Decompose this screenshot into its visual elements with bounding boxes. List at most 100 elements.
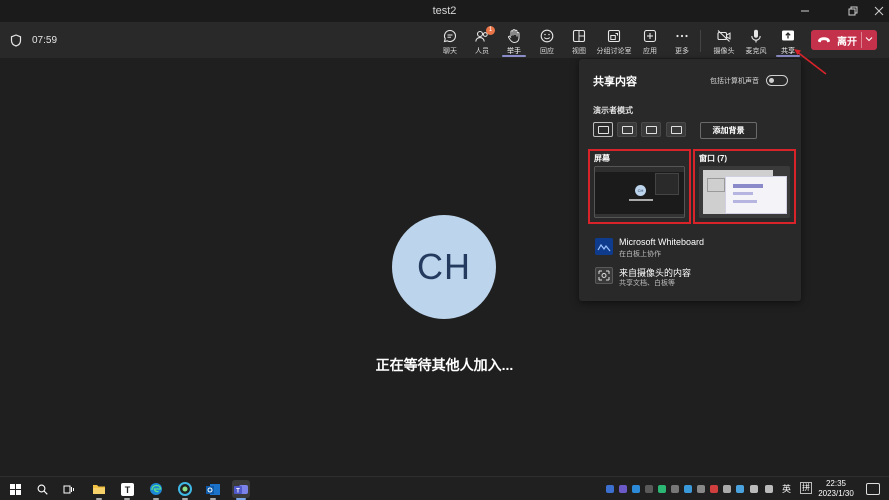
- presenter-mode-side-by-side[interactable]: [641, 122, 661, 137]
- ime-language-indicator[interactable]: 英: [782, 482, 791, 495]
- volume-icon[interactable]: [765, 485, 773, 493]
- teams-icon[interactable]: T: [232, 480, 250, 500]
- outlook-icon[interactable]: [204, 480, 222, 500]
- leave-button[interactable]: 离开: [811, 30, 877, 50]
- raise-hand-label: 举手: [507, 48, 521, 55]
- presenter-mode-reporter[interactable]: [666, 122, 686, 137]
- tray-wechat-icon[interactable]: [658, 485, 666, 493]
- chat-label: 聊天: [443, 48, 457, 55]
- whiteboard-subtitle: 在白板上协作: [619, 251, 661, 258]
- tray-app-icon[interactable]: [671, 485, 679, 493]
- view-icon: [572, 29, 586, 43]
- tray-app-icon[interactable]: [723, 485, 731, 493]
- file-explorer-icon[interactable]: [90, 480, 108, 500]
- ime-mode-indicator[interactable]: 拼: [800, 482, 812, 494]
- tray-app-icon[interactable]: [697, 485, 705, 493]
- share-screen-option[interactable]: 屏幕 CH: [588, 149, 691, 224]
- wifi-icon[interactable]: [750, 485, 758, 493]
- task-view-icon[interactable]: [60, 480, 78, 498]
- tray-app-icon[interactable]: [606, 485, 614, 493]
- apps-icon: [643, 29, 657, 43]
- reactions-label: 回应: [540, 48, 554, 55]
- tray-onedrive-icon[interactable]: [632, 485, 640, 493]
- chevron-down-icon[interactable]: [865, 34, 873, 44]
- more-icon: [676, 34, 688, 38]
- presenter-mode-standout[interactable]: [617, 122, 637, 137]
- more-label: 更多: [675, 48, 689, 55]
- thumb-line: [733, 184, 763, 188]
- search-icon[interactable]: [33, 480, 51, 498]
- camera-off-icon: [717, 30, 731, 42]
- chat-icon: [443, 29, 457, 43]
- include-audio-toggle[interactable]: [766, 75, 788, 86]
- share-label: 共享: [781, 48, 795, 55]
- thumb-avatar: CH: [635, 185, 646, 196]
- typora-icon[interactable]: T: [118, 480, 136, 500]
- camera-content-option[interactable]: 来自摄像头的内容 共享文档、白板等: [593, 264, 793, 288]
- microphone-icon: [751, 29, 761, 43]
- view-label: 视图: [572, 48, 586, 55]
- clock-date: 2023/1/30: [818, 489, 854, 498]
- reporter-icon: [671, 126, 682, 134]
- minimize-icon: [801, 10, 809, 12]
- tray-app-icon[interactable]: [736, 485, 744, 493]
- windows-start-icon[interactable]: [6, 480, 24, 498]
- share-button[interactable]: 共享: [768, 25, 808, 57]
- content-only-icon: [598, 126, 609, 134]
- camera-content-subtitle: 共享文档、白板等: [619, 280, 675, 287]
- meeting-toolbar: 07:59 聊天 1 人员 举手 回应 视图 分组讨论室 应用 更多 摄像头 麦…: [0, 22, 889, 58]
- thumb-taskbar: [595, 214, 684, 217]
- camera-label: 摄像头: [713, 48, 735, 55]
- presenter-mode-content-only[interactable]: [593, 122, 613, 137]
- clock-time: 22:35: [825, 479, 847, 488]
- edge-beta-icon[interactable]: [176, 480, 194, 500]
- tray-settings-icon[interactable]: [645, 485, 653, 493]
- breakout-rooms-label: 分组讨论室: [596, 48, 632, 55]
- edge-icon[interactable]: [147, 480, 165, 500]
- leave-label: 离开: [837, 36, 857, 48]
- leave-divider: [861, 32, 862, 48]
- minimize-button[interactable]: [788, 0, 822, 22]
- share-window-option[interactable]: 窗口 (7): [693, 149, 796, 224]
- tray-teams-icon[interactable]: [619, 485, 627, 493]
- add-background-button[interactable]: 添加背景: [700, 122, 757, 139]
- reactions-icon: [540, 29, 554, 43]
- more-button[interactable]: 更多: [662, 25, 702, 57]
- participant-avatar: CH: [392, 215, 496, 319]
- camera-content-icon: [595, 267, 613, 284]
- thumb-line: [733, 192, 753, 195]
- side-by-side-icon: [646, 126, 657, 134]
- close-button[interactable]: [862, 0, 889, 22]
- restore-icon: [848, 6, 858, 16]
- meeting-timer: 07:59: [32, 35, 58, 46]
- taskbar-clock[interactable]: 22:35 2023/1/30: [812, 479, 860, 499]
- raise-hand-icon: [507, 29, 520, 44]
- tray-network-icon[interactable]: [684, 485, 692, 493]
- thumb-panel: [655, 173, 679, 195]
- tray-app-icon[interactable]: [710, 485, 718, 493]
- screen-label: 屏幕: [594, 154, 610, 163]
- svg-text:T: T: [124, 485, 130, 495]
- waiting-message: 正在等待其他人加入...: [375, 357, 514, 373]
- view-button[interactable]: 视图: [559, 25, 599, 57]
- window-label: 窗口 (7): [699, 154, 727, 163]
- microphone-label: 麦克风: [745, 48, 767, 55]
- thumb-text: [629, 199, 653, 201]
- window-title: test2: [432, 5, 457, 17]
- hang-up-icon: [811, 36, 837, 44]
- include-audio-label: 包括计算机声音: [710, 78, 759, 85]
- apps-label: 应用: [643, 48, 657, 55]
- standout-icon: [622, 126, 633, 134]
- windows-taskbar: T T 英 拼 22:35 2023/1/30: [0, 476, 889, 500]
- breakout-rooms-button[interactable]: 分组讨论室: [594, 25, 634, 57]
- share-icon: [782, 30, 794, 41]
- whiteboard-icon: [595, 238, 613, 255]
- whiteboard-option[interactable]: Microsoft Whiteboard 在白板上协作: [593, 235, 793, 259]
- whiteboard-name: Microsoft Whiteboard: [619, 237, 705, 247]
- thumb-front-window: [725, 176, 787, 214]
- share-content-panel: 共享内容 包括计算机声音 演示者模式 添加背景 屏幕 CH 窗口 (7) Mic…: [579, 59, 801, 301]
- window-thumbnail: [699, 166, 790, 218]
- toolbar-divider: [700, 30, 701, 52]
- image-placeholder-icon: [707, 178, 725, 192]
- notification-icon[interactable]: [866, 483, 880, 495]
